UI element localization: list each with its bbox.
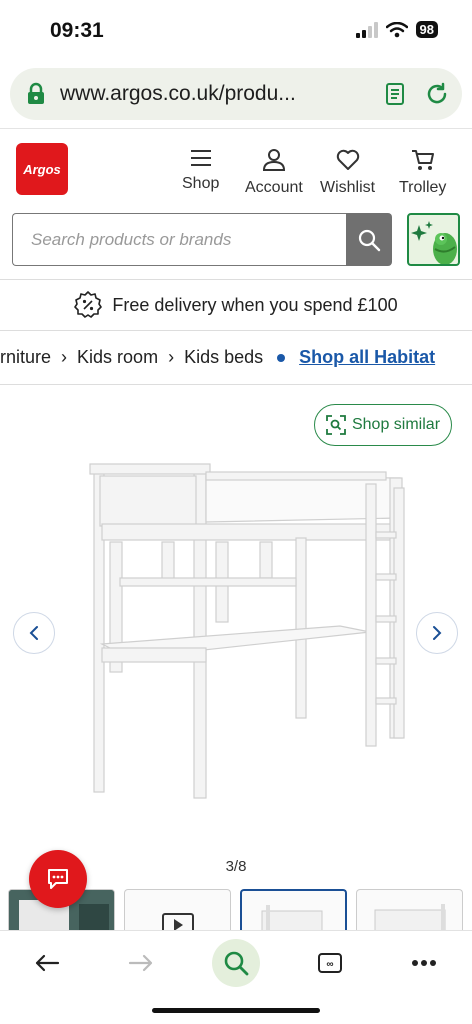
gallery-prev-button[interactable] bbox=[13, 612, 55, 654]
nav-trolley[interactable]: Trolley bbox=[399, 149, 446, 197]
nav-account-label: Account bbox=[245, 179, 303, 196]
forward-arrow-icon bbox=[128, 954, 153, 972]
shop-similar-button[interactable]: Shop similar bbox=[314, 404, 452, 446]
thumbnail-4[interactable] bbox=[356, 889, 463, 933]
delivery-banner[interactable]: Free delivery when you spend £100 bbox=[0, 279, 472, 331]
reader-mode-icon[interactable] bbox=[382, 81, 408, 107]
trolley-icon bbox=[411, 150, 434, 170]
tabs-icon: ∞ bbox=[318, 953, 342, 973]
breadcrumb-kids-beds[interactable]: Kids beds bbox=[184, 347, 263, 368]
play-video-icon bbox=[162, 913, 194, 933]
gallery-next-button[interactable] bbox=[416, 612, 458, 654]
shop-similar-label: Shop similar bbox=[351, 416, 441, 433]
url-text[interactable]: www.argos.co.uk/produ... bbox=[60, 82, 382, 106]
assistant-mascot-icon bbox=[411, 221, 457, 264]
nav-wishlist-label: Wishlist bbox=[320, 179, 376, 196]
home-indicator bbox=[152, 1008, 320, 1013]
nav-shop-label: Shop bbox=[182, 175, 220, 192]
wifi-icon bbox=[385, 21, 408, 37]
status-bar: 09:31 98 bbox=[0, 0, 472, 62]
back-button[interactable] bbox=[23, 939, 71, 987]
site-header: Argos Shop Account Wishlist Trolley bbox=[0, 128, 472, 278]
search-input[interactable] bbox=[31, 229, 346, 250]
tabs-button[interactable]: ∞ bbox=[306, 939, 354, 987]
search-button[interactable] bbox=[346, 213, 392, 266]
more-button[interactable] bbox=[400, 939, 448, 987]
nav-shop[interactable]: Shop bbox=[182, 149, 219, 193]
search-box bbox=[12, 213, 346, 266]
url-bar[interactable]: www.argos.co.uk/produ... bbox=[10, 68, 462, 120]
thumbnail-3-active[interactable] bbox=[240, 889, 347, 933]
ai-assistant-button[interactable] bbox=[407, 213, 460, 266]
bullet-dot bbox=[277, 353, 286, 362]
breadcrumb-kids-room[interactable]: Kids room bbox=[77, 347, 158, 368]
nav-trolley-label: Trolley bbox=[399, 179, 447, 196]
status-time: 09:31 bbox=[50, 19, 104, 42]
shop-all-habitat-link[interactable]: Shop all Habitat bbox=[299, 347, 435, 368]
reload-icon[interactable] bbox=[424, 81, 450, 107]
chevron-right-icon: › bbox=[168, 347, 175, 367]
chevron-left-icon bbox=[29, 626, 38, 640]
argos-logo[interactable]: Argos bbox=[16, 143, 68, 195]
nav-account[interactable]: Account bbox=[245, 149, 303, 197]
person-icon bbox=[262, 149, 285, 171]
battery-indicator: 98 bbox=[415, 21, 438, 38]
lock-icon bbox=[28, 82, 44, 104]
breadcrumb: rniture › Kids room › Kids beds Shop all… bbox=[0, 331, 472, 385]
search-icon bbox=[358, 229, 381, 251]
menu-icon bbox=[190, 150, 211, 166]
status-icons: 98 bbox=[355, 21, 438, 38]
heart-icon bbox=[336, 149, 359, 170]
nav-wishlist[interactable]: Wishlist bbox=[320, 149, 375, 197]
chat-icon bbox=[48, 869, 68, 889]
discount-badge-icon bbox=[74, 291, 103, 318]
thumbnail-2-video[interactable] bbox=[124, 889, 231, 933]
svg-text:∞: ∞ bbox=[326, 959, 333, 970]
signal-icon bbox=[355, 21, 378, 38]
chevron-right-icon: › bbox=[61, 347, 68, 367]
back-arrow-icon bbox=[35, 954, 60, 972]
delivery-text: Free delivery when you spend £100 bbox=[112, 294, 398, 315]
search-icon bbox=[224, 951, 249, 976]
chat-button[interactable] bbox=[29, 850, 87, 908]
more-dots-icon bbox=[412, 960, 436, 966]
visual-search-icon bbox=[326, 415, 346, 435]
forward-button[interactable] bbox=[117, 939, 165, 987]
chevron-right-icon bbox=[433, 626, 442, 640]
product-image[interactable] bbox=[70, 448, 410, 818]
breadcrumb-furniture[interactable]: rniture bbox=[0, 347, 51, 368]
toolbar-search-button[interactable] bbox=[212, 939, 260, 987]
logo-text: Argos bbox=[23, 161, 61, 177]
